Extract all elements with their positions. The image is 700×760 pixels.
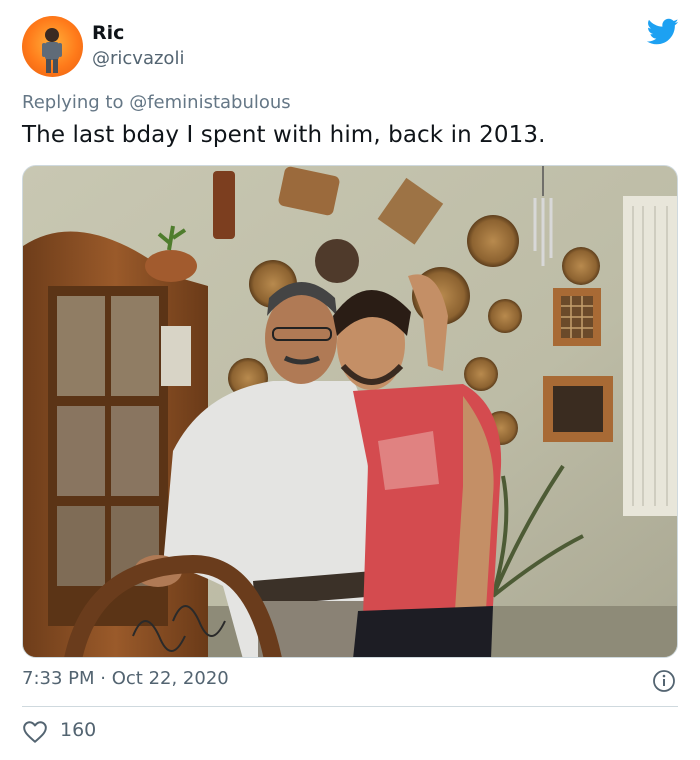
tweet-text: The last bday I spent with him, back in … bbox=[22, 122, 546, 148]
photo-image bbox=[23, 166, 677, 657]
reply-mention-link[interactable]: @feministabulous bbox=[129, 92, 290, 113]
reply-context: Replying to @feministabulous bbox=[22, 92, 291, 113]
author-handle[interactable]: @ricvazoli bbox=[92, 48, 184, 69]
avatar-person-silhouette bbox=[42, 28, 62, 73]
twitter-bird-icon[interactable] bbox=[647, 18, 679, 46]
like-count: 160 bbox=[60, 719, 97, 741]
author-name[interactable]: Ric bbox=[92, 22, 124, 44]
tweet-timestamp[interactable]: 7:33 PM · Oct 22, 2020 bbox=[22, 668, 229, 689]
tweet-time: 7:33 PM bbox=[22, 668, 95, 689]
heart-icon[interactable] bbox=[22, 720, 48, 744]
tweet-date: Oct 22, 2020 bbox=[111, 668, 229, 689]
divider bbox=[22, 706, 678, 707]
info-icon[interactable] bbox=[652, 669, 676, 693]
tweet-photo[interactable] bbox=[22, 165, 678, 658]
timestamp-separator: · bbox=[100, 668, 106, 689]
reply-prefix: Replying to bbox=[22, 92, 124, 113]
avatar[interactable] bbox=[22, 16, 83, 77]
